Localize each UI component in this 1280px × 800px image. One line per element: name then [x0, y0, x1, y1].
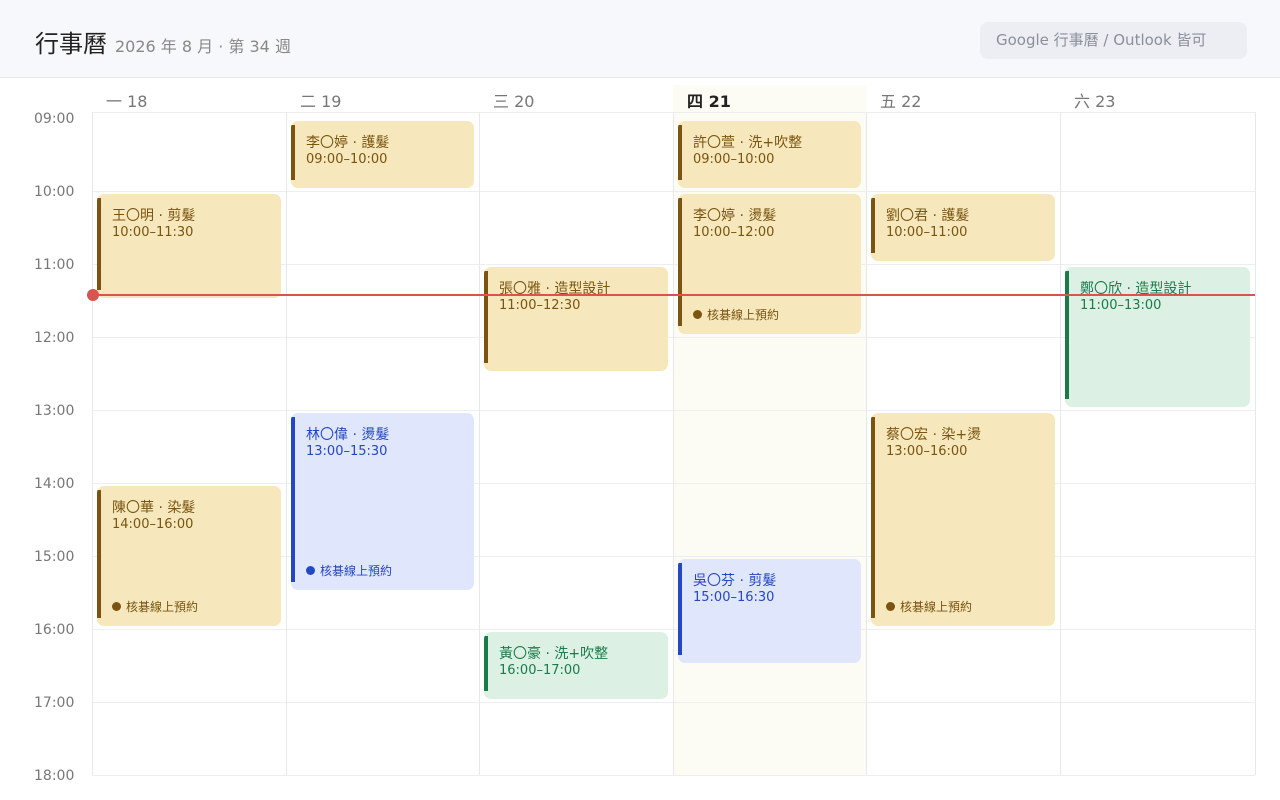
hour-label: 17:00: [34, 695, 75, 711]
week-subtitle: 2026 年 8 月 · 第 34 週: [115, 37, 291, 56]
appointment-event[interactable]: 黃〇豪 · 洗+吹整 16:00–17:00: [484, 632, 668, 699]
event-status-label: 核碁線上預約: [900, 600, 973, 614]
event-time: 10:00–11:00: [886, 225, 968, 240]
day-header[interactable]: 一 18: [106, 88, 147, 112]
event-time: 14:00–16:00: [112, 517, 194, 532]
status-dot-icon: [693, 310, 702, 319]
event-status: 核碁線上預約: [112, 598, 198, 615]
hour-label: 16:00: [34, 622, 75, 638]
event-time: 10:00–11:30: [112, 225, 194, 240]
event-title: 李〇婷 · 燙髮: [693, 208, 777, 224]
event-title: 劉〇君 · 護髮: [886, 208, 970, 224]
event-time: 13:00–16:00: [886, 444, 968, 459]
day-divider: [673, 112, 674, 775]
appointment-event[interactable]: 李〇婷 · 護髮 09:00–10:00: [291, 121, 474, 188]
event-color-bar: [291, 417, 295, 582]
day-header[interactable]: 六 23: [1074, 88, 1115, 112]
appointment-event[interactable]: 劉〇君 · 護髮 10:00–11:00: [871, 194, 1055, 261]
current-time-line: [92, 294, 1255, 297]
appointment-event[interactable]: 吳〇芬 · 剪髮 15:00–16:30: [678, 559, 861, 663]
status-dot-icon: [112, 602, 121, 611]
event-time: 16:00–17:00: [499, 663, 581, 678]
event-color-bar: [678, 125, 682, 180]
day-divider: [286, 112, 287, 775]
hour-label: 14:00: [34, 476, 75, 492]
event-time: 13:00–15:30: [306, 444, 388, 459]
appointment-event[interactable]: 許〇萱 · 洗+吹整 09:00–10:00: [678, 121, 861, 188]
event-title: 許〇萱 · 洗+吹整: [693, 135, 803, 151]
hour-label: 15:00: [34, 549, 75, 565]
event-status-label: 核碁線上預約: [707, 308, 780, 322]
event-color-bar: [1065, 271, 1069, 399]
event-color-bar: [484, 636, 488, 691]
event-status-label: 核碁線上預約: [126, 600, 199, 614]
status-dot-icon: [886, 602, 895, 611]
event-color-bar: [871, 198, 875, 253]
event-status: 核碁線上預約: [886, 598, 972, 615]
current-time-dot: [87, 289, 99, 302]
appointment-event[interactable]: 蔡〇宏 · 染+燙 13:00–16:00 核碁線上預約: [871, 413, 1055, 626]
hour-label: 12:00: [34, 330, 75, 346]
event-color-bar: [678, 198, 682, 326]
event-title: 陳〇華 · 染髮: [112, 500, 196, 516]
today-column-highlight: [673, 85, 866, 775]
day-header[interactable]: 三 20: [493, 88, 534, 112]
event-color-bar: [484, 271, 488, 363]
event-title: 李〇婷 · 護髮: [306, 135, 390, 151]
appointment-event[interactable]: 王〇明 · 剪髮 10:00–11:30: [97, 194, 281, 298]
event-status-label: 核碁線上預約: [320, 563, 393, 578]
event-color-bar: [871, 417, 875, 618]
calendar-header: 行事曆 2026 年 8 月 · 第 34 週 Google 行事曆 / Out…: [0, 0, 1280, 78]
event-title: 蔡〇宏 · 染+燙: [886, 427, 982, 443]
appointment-event[interactable]: 張〇雅 · 造型設計 11:00–12:30: [484, 267, 668, 371]
calendar-source-chip[interactable]: Google 行事曆 / Outlook 皆可: [980, 22, 1247, 59]
event-time: 10:00–12:00: [693, 225, 775, 240]
event-color-bar: [97, 198, 101, 290]
appointment-event[interactable]: 鄭〇欣 · 造型設計 11:00–13:00: [1065, 267, 1250, 407]
event-time: 11:00–12:30: [499, 298, 581, 313]
day-header[interactable]: 四 21: [687, 88, 731, 112]
hour-label: 09:00: [34, 111, 75, 127]
day-divider: [866, 112, 867, 775]
day-divider: [1060, 112, 1061, 775]
day-divider: [92, 112, 93, 775]
event-title: 林〇偉 · 燙髮: [306, 427, 390, 443]
event-title: 黃〇豪 · 洗+吹整: [499, 646, 609, 662]
day-header[interactable]: 二 19: [300, 88, 341, 112]
calendar-title: 行事曆: [35, 30, 107, 58]
event-color-bar: [678, 563, 682, 655]
appointment-event[interactable]: 林〇偉 · 燙髮 13:00–15:30 核碁線上預約: [291, 413, 474, 590]
hour-label: 13:00: [34, 403, 75, 419]
event-title: 吳〇芬 · 剪髮: [693, 573, 777, 589]
day-divider: [479, 112, 480, 775]
event-color-bar: [291, 125, 295, 180]
page-title: 行事曆 2026 年 8 月 · 第 34 週: [35, 24, 291, 59]
event-time: 09:00–10:00: [306, 152, 388, 167]
event-title: 王〇明 · 剪髮: [112, 208, 196, 224]
event-status: 核碁線上預約: [693, 306, 779, 323]
event-color-bar: [97, 490, 101, 618]
status-dot-icon: [306, 565, 315, 575]
hour-label: 11:00: [34, 257, 75, 273]
event-time: 11:00–13:00: [1080, 298, 1162, 313]
day-header[interactable]: 五 22: [880, 88, 921, 112]
event-status: 核碁線上預約: [306, 562, 392, 579]
event-time: 15:00–16:30: [693, 590, 775, 605]
appointment-event[interactable]: 李〇婷 · 燙髮 10:00–12:00 核碁線上預約: [678, 194, 861, 334]
appointment-event[interactable]: 陳〇華 · 染髮 14:00–16:00 核碁線上預約: [97, 486, 281, 626]
event-time: 09:00–10:00: [693, 152, 775, 167]
hour-label: 18:00: [34, 768, 75, 784]
hour-gridline: [92, 775, 1255, 776]
hour-label: 10:00: [34, 184, 75, 200]
day-divider: [1255, 112, 1256, 775]
